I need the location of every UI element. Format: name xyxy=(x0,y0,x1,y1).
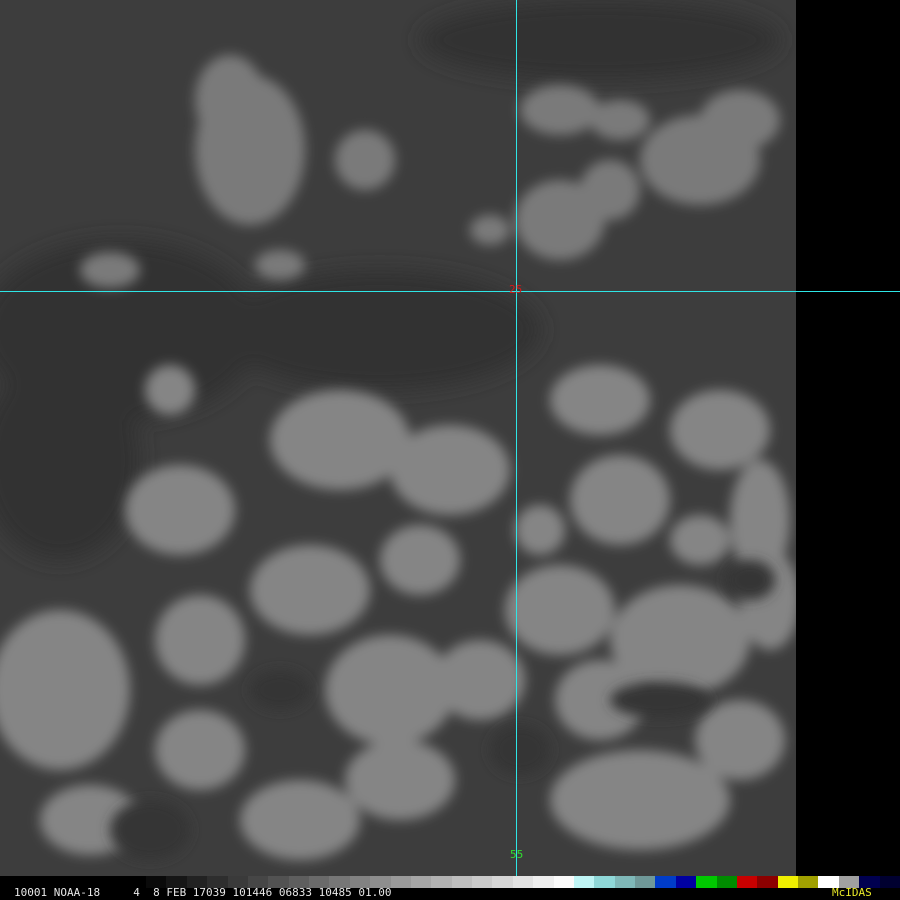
color-table-swatch xyxy=(451,876,472,888)
longitude-label: 55 xyxy=(510,848,524,861)
color-table-swatch xyxy=(675,876,697,888)
crosshair-vertical-line xyxy=(516,0,517,876)
color-table-swatch xyxy=(573,876,595,888)
color-table-swatch xyxy=(716,876,737,888)
color-table-swatch xyxy=(472,876,493,888)
color-table-swatch xyxy=(777,876,798,888)
color-table-swatch xyxy=(512,876,534,888)
frame-info-text: 10001 NOAA-18 4 8 FEB 17039 101446 06833… xyxy=(14,886,392,899)
color-table-swatch xyxy=(655,876,676,888)
color-table-swatch xyxy=(798,876,819,888)
color-table-swatch xyxy=(635,876,656,888)
no-data-strip xyxy=(796,0,900,876)
satellite-image xyxy=(0,0,796,876)
crosshair-horizontal-line xyxy=(0,291,900,292)
color-table-swatch xyxy=(553,876,574,888)
color-table-swatch xyxy=(431,876,452,888)
color-table-swatch xyxy=(757,876,778,888)
image-viewer: 25 55 10001 NOAA-18 4 8 FEB 17039 101446… xyxy=(0,0,900,900)
color-table-swatch xyxy=(533,876,554,888)
software-label: McIDAS xyxy=(832,886,872,899)
latitude-label: 25 xyxy=(509,283,523,296)
color-table-swatch xyxy=(736,876,758,888)
color-table-swatch xyxy=(492,876,513,888)
color-table-swatch xyxy=(594,876,615,888)
color-table-swatch xyxy=(410,876,432,888)
color-table-swatch xyxy=(390,876,411,888)
color-table-swatch xyxy=(614,876,635,888)
color-table-swatch xyxy=(879,876,900,888)
color-table-swatch xyxy=(696,876,717,888)
